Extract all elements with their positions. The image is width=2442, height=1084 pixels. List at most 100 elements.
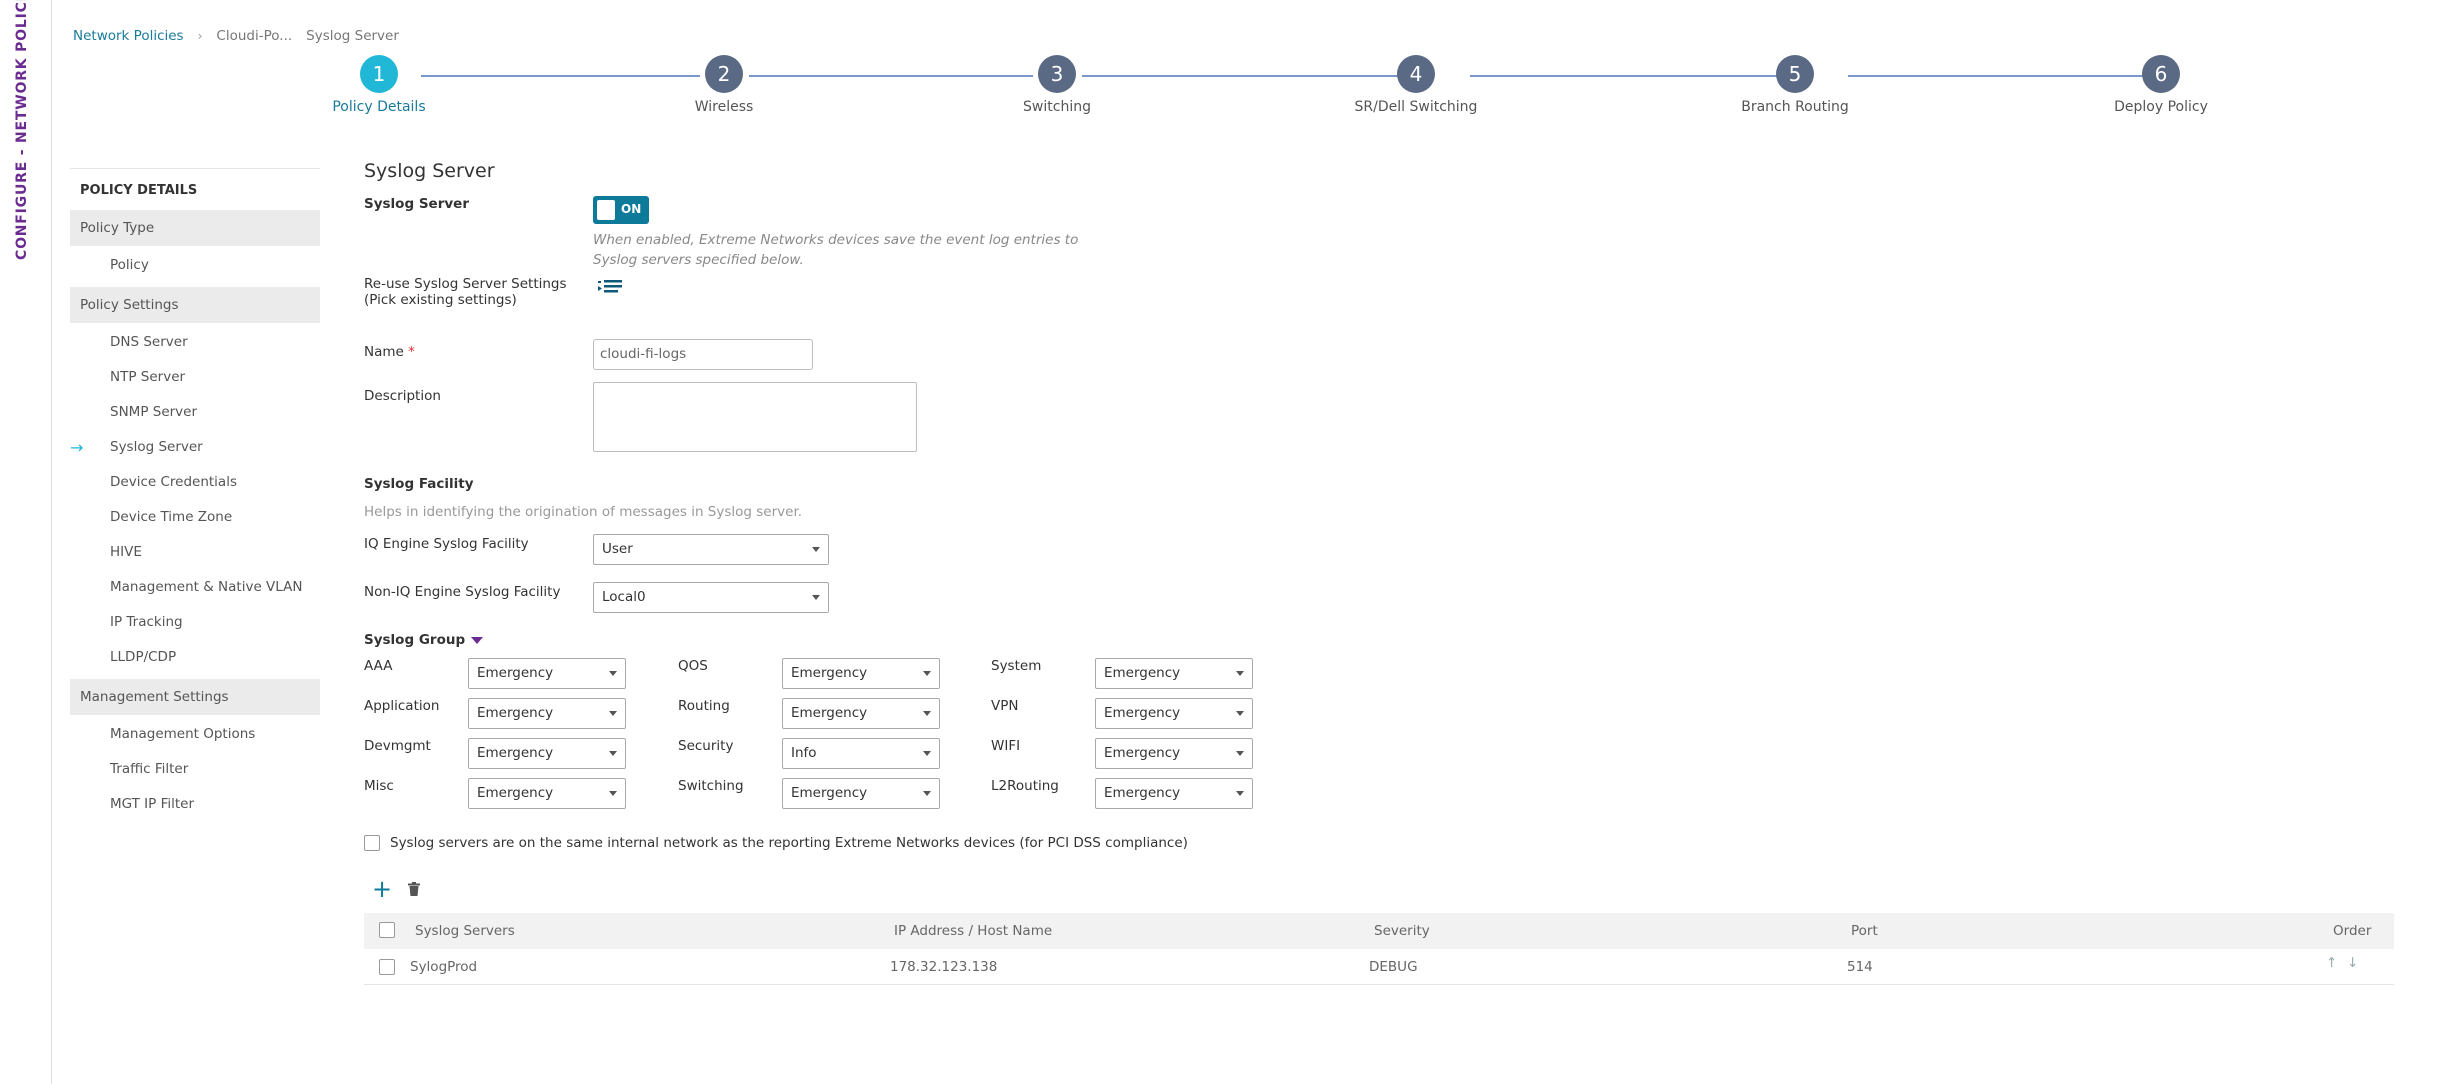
nav-header: POLICY DETAILS	[70, 168, 320, 206]
nav-item-device-time-zone[interactable]: Device Time Zone	[70, 500, 320, 535]
select-value: Emergency	[791, 705, 868, 721]
group-select-security[interactable]: Info	[782, 738, 940, 769]
col-port[interactable]: Port	[1851, 923, 1878, 939]
noniq-facility-select[interactable]: Local0	[593, 582, 829, 613]
row-checkbox[interactable]	[379, 959, 395, 975]
nav-item-ip-tracking[interactable]: IP Tracking	[70, 605, 320, 640]
breadcrumb-separator: ›	[197, 29, 203, 43]
select-value: Emergency	[477, 705, 554, 721]
nav-item-ntp-server[interactable]: NTP Server	[70, 360, 320, 395]
chevron-down-icon	[609, 791, 617, 796]
nav-item-lldp-cdp[interactable]: LLDP/CDP	[70, 640, 320, 675]
nav-group-policy-settings[interactable]: Policy Settings	[70, 287, 320, 323]
col-syslog-servers[interactable]: Syslog Servers	[415, 923, 515, 939]
required-asterisk: *	[408, 344, 415, 360]
chevron-down-icon	[923, 711, 931, 716]
group-select-application[interactable]: Emergency	[468, 698, 626, 729]
pci-compliance-checkbox[interactable]	[364, 835, 380, 851]
add-icon[interactable]: +	[372, 877, 392, 901]
group-select-l2routing[interactable]: Emergency	[1095, 778, 1253, 809]
group-select-misc[interactable]: Emergency	[468, 778, 626, 809]
pci-compliance-row: Syslog servers are on the same internal …	[364, 835, 2394, 851]
group-select-devmgmt[interactable]: Emergency	[468, 738, 626, 769]
row-port: 514	[1847, 959, 1873, 975]
table-row[interactable]: SylogProd 178.32.123.138 DEBUG 514 ↑ ↓	[364, 949, 2394, 985]
noniq-facility-label: Non-IQ Engine Syslog Facility	[364, 584, 561, 600]
group-label-wifi: WIFI	[991, 738, 1021, 754]
group-select-system[interactable]: Emergency	[1095, 658, 1253, 689]
chevron-down-icon	[1236, 791, 1244, 796]
chevron-down-icon	[923, 751, 931, 756]
step-label: Switching	[1023, 99, 1091, 115]
chevron-down-icon	[923, 671, 931, 676]
nav-item-snmp-server[interactable]: SNMP Server	[70, 395, 320, 430]
move-up-icon[interactable]: ↑	[2326, 955, 2337, 971]
step-number: 4	[1397, 55, 1435, 93]
step-label: Deploy Policy	[2114, 99, 2208, 115]
group-label-qos: QOS	[678, 658, 708, 674]
group-label-misc: Misc	[364, 778, 394, 794]
nav-item-dns-server[interactable]: DNS Server	[70, 325, 320, 360]
list-picker-icon	[598, 280, 622, 293]
nav-group-policy-type[interactable]: Policy Type	[70, 210, 320, 246]
breadcrumb: Network Policies › Cloudi-Po... Syslog S…	[73, 28, 399, 44]
select-value: Emergency	[1104, 745, 1181, 761]
caret-down-icon	[471, 636, 484, 644]
group-select-qos[interactable]: Emergency	[782, 658, 940, 689]
reuse-label: Re-use Syslog Server Settings (Pick exis…	[364, 276, 567, 308]
group-select-routing[interactable]: Emergency	[782, 698, 940, 729]
group-select-switching[interactable]: Emergency	[782, 778, 940, 809]
syslog-enable-toggle[interactable]: ON	[593, 196, 649, 224]
chevron-down-icon	[1236, 671, 1244, 676]
col-ip-address[interactable]: IP Address / Host Name	[894, 923, 1052, 939]
step-number: 1	[360, 55, 398, 93]
step-switching[interactable]: 3 Switching	[957, 55, 1157, 115]
col-order: Order	[2333, 923, 2372, 939]
pci-compliance-label: Syslog servers are on the same internal …	[390, 835, 1188, 851]
iq-facility-row: IQ Engine Syslog Facility User	[364, 534, 2394, 584]
nav-item-syslog-server[interactable]: → Syslog Server	[70, 430, 320, 465]
syslog-group-toggle[interactable]: Syslog Group	[364, 632, 484, 648]
select-all-checkbox[interactable]	[379, 922, 395, 938]
move-down-icon[interactable]: ↓	[2347, 955, 2358, 971]
pick-settings-icon[interactable]	[598, 278, 624, 298]
step-sr-dell-switching[interactable]: 4 SR/Dell Switching	[1316, 55, 1516, 115]
syslog-facility-hint: Helps in identifying the origination of …	[364, 504, 803, 520]
nav-group-management-settings[interactable]: Management Settings	[70, 679, 320, 715]
nav-item-policy[interactable]: Policy	[70, 248, 320, 283]
col-severity[interactable]: Severity	[1374, 923, 1430, 939]
row-server-name[interactable]: SylogProd	[410, 959, 477, 975]
description-textarea[interactable]	[593, 382, 917, 452]
group-select-aaa[interactable]: Emergency	[468, 658, 626, 689]
nav-item-traffic-filter[interactable]: Traffic Filter	[70, 752, 320, 787]
current-arrow-icon: →	[70, 438, 84, 457]
trash-icon[interactable]	[408, 882, 421, 896]
left-rail: CONFIGURE - NETWORK POLICIES	[0, 0, 52, 1084]
step-number: 5	[1776, 55, 1814, 93]
iq-facility-select[interactable]: User	[593, 534, 829, 565]
nav-item-device-credentials[interactable]: Device Credentials	[70, 465, 320, 500]
step-policy-details[interactable]: 1 Policy Details	[279, 55, 479, 115]
nav-item-mgt-ip-filter[interactable]: MGT IP Filter	[70, 787, 320, 822]
group-select-vpn[interactable]: Emergency	[1095, 698, 1253, 729]
syslog-server-label: Syslog Server	[364, 196, 469, 212]
main-content: Syslog Server Syslog Server ON When enab…	[364, 160, 2394, 985]
nav-item-hive[interactable]: HIVE	[70, 535, 320, 570]
group-select-wifi[interactable]: Emergency	[1095, 738, 1253, 769]
step-number: 3	[1038, 55, 1076, 93]
select-value: Emergency	[791, 665, 868, 681]
breadcrumb-network-policies[interactable]: Network Policies	[73, 28, 184, 44]
group-label-routing: Routing	[678, 698, 730, 714]
toggle-knob	[597, 200, 615, 220]
nav-item-management-native-vlan[interactable]: Management & Native VLAN	[70, 570, 320, 605]
group-label-system: System	[991, 658, 1042, 674]
step-wireless[interactable]: 2 Wireless	[624, 55, 824, 115]
step-deploy-policy[interactable]: 6 Deploy Policy	[2061, 55, 2261, 115]
breadcrumb-policy[interactable]: Cloudi-Po...	[216, 28, 292, 44]
name-input[interactable]: cloudi-fi-logs	[593, 339, 813, 370]
step-branch-routing[interactable]: 5 Branch Routing	[1695, 55, 1895, 115]
chevron-down-icon	[1236, 711, 1244, 716]
select-value: User	[602, 541, 633, 557]
nav-item-management-options[interactable]: Management Options	[70, 717, 320, 752]
chevron-down-icon	[812, 595, 820, 600]
